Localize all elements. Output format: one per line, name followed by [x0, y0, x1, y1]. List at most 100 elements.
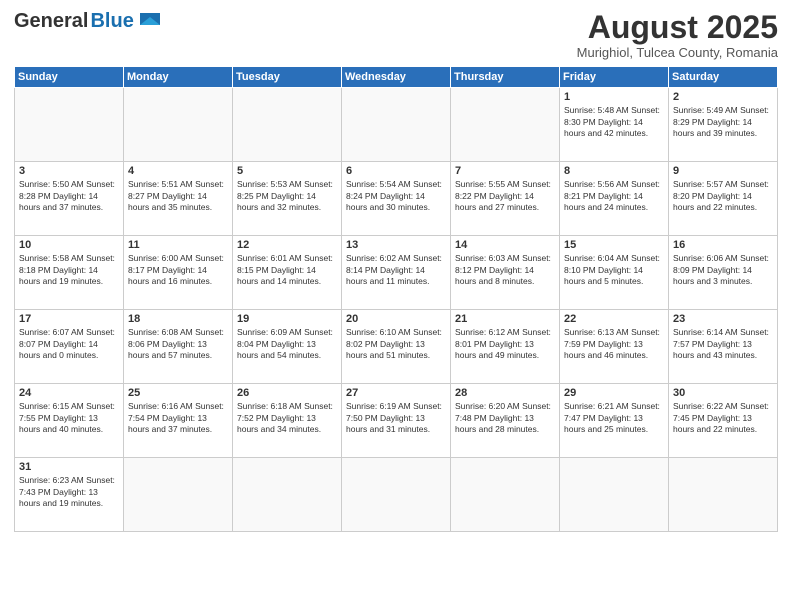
table-row: 18Sunrise: 6:08 AM Sunset: 8:06 PM Dayli…	[124, 310, 233, 384]
table-row	[15, 88, 124, 162]
day-info: Sunrise: 5:53 AM Sunset: 8:25 PM Dayligh…	[237, 179, 337, 213]
table-row: 2Sunrise: 5:49 AM Sunset: 8:29 PM Daylig…	[669, 88, 778, 162]
day-number: 8	[564, 165, 664, 177]
day-info: Sunrise: 6:23 AM Sunset: 7:43 PM Dayligh…	[19, 475, 119, 509]
logo-general-text: General	[14, 10, 88, 33]
day-info: Sunrise: 6:18 AM Sunset: 7:52 PM Dayligh…	[237, 401, 337, 435]
table-row: 10Sunrise: 5:58 AM Sunset: 8:18 PM Dayli…	[15, 236, 124, 310]
day-number: 14	[455, 239, 555, 251]
table-row	[669, 458, 778, 532]
table-row	[124, 458, 233, 532]
weekday-friday: Friday	[560, 67, 669, 88]
day-number: 7	[455, 165, 555, 177]
day-info: Sunrise: 6:09 AM Sunset: 8:04 PM Dayligh…	[237, 327, 337, 361]
day-info: Sunrise: 6:13 AM Sunset: 7:59 PM Dayligh…	[564, 327, 664, 361]
day-info: Sunrise: 6:01 AM Sunset: 8:15 PM Dayligh…	[237, 253, 337, 287]
weekday-tuesday: Tuesday	[233, 67, 342, 88]
table-row: 22 Sunrise: 6:13 AM Sunset: 7:59 PM Dayli…	[560, 310, 669, 384]
calendar-body: 1 Sunrise: 5:48 AM Sunset: 8:30 PM Daylig…	[15, 88, 778, 532]
day-info: Sunrise: 6:21 AM Sunset: 7:47 PM Dayligh…	[564, 401, 664, 435]
day-info: Sunrise: 6:19 AM Sunset: 7:50 PM Dayligh…	[346, 401, 446, 435]
day-info: Sunrise: 5:50 AM Sunset: 8:28 PM Dayligh…	[19, 179, 119, 213]
day-number: 29	[564, 387, 664, 399]
logo-area: General Blue	[14, 10, 164, 33]
table-row: 29 Sunrise: 6:21 AM Sunset: 7:47 PM Dayli…	[560, 384, 669, 458]
logo-blue-text: Blue	[90, 10, 133, 33]
weekday-row: Sunday Monday Tuesday Wednesday Thursday…	[15, 67, 778, 88]
day-number: 17	[19, 313, 119, 325]
weekday-wednesday: Wednesday	[342, 67, 451, 88]
day-number: 3	[19, 165, 119, 177]
weekday-monday: Monday	[124, 67, 233, 88]
day-info: Sunrise: 5:51 AM Sunset: 8:27 PM Dayligh…	[128, 179, 228, 213]
table-row: 19Sunrise: 6:09 AM Sunset: 8:04 PM Dayli…	[233, 310, 342, 384]
day-info: Sunrise: 6:15 AM Sunset: 7:55 PM Dayligh…	[19, 401, 119, 435]
table-row: 17 Sunrise: 6:07 AM Sunset: 8:07 PM Dayli…	[15, 310, 124, 384]
day-number: 1	[564, 91, 664, 103]
table-row: 7 Sunrise: 5:55 AM Sunset: 8:22 PM Daylig…	[451, 162, 560, 236]
day-number: 21	[455, 313, 555, 325]
day-number: 13	[346, 239, 446, 251]
day-info: Sunrise: 5:48 AM Sunset: 8:30 PM Dayligh…	[564, 105, 664, 139]
day-info: Sunrise: 5:55 AM Sunset: 8:22 PM Dayligh…	[455, 179, 555, 213]
table-row: 13 Sunrise: 6:02 AM Sunset: 8:14 PM Dayli…	[342, 236, 451, 310]
day-info: Sunrise: 5:54 AM Sunset: 8:24 PM Dayligh…	[346, 179, 446, 213]
table-row: 11 Sunrise: 6:00 AM Sunset: 8:17 PM Dayli…	[124, 236, 233, 310]
weekday-thursday: Thursday	[451, 67, 560, 88]
calendar: Sunday Monday Tuesday Wednesday Thursday…	[14, 66, 778, 532]
day-info: Sunrise: 6:04 AM Sunset: 8:10 PM Dayligh…	[564, 253, 664, 287]
table-row: 6Sunrise: 5:54 AM Sunset: 8:24 PM Daylig…	[342, 162, 451, 236]
table-row: 12 Sunrise: 6:01 AM Sunset: 8:15 PM Dayli…	[233, 236, 342, 310]
table-row: 30Sunrise: 6:22 AM Sunset: 7:45 PM Dayli…	[669, 384, 778, 458]
table-row	[451, 88, 560, 162]
day-info: Sunrise: 5:56 AM Sunset: 8:21 PM Dayligh…	[564, 179, 664, 213]
table-row: 21 Sunrise: 6:12 AM Sunset: 8:01 PM Dayli…	[451, 310, 560, 384]
table-row	[560, 458, 669, 532]
calendar-week-3: 17 Sunrise: 6:07 AM Sunset: 8:07 PM Dayli…	[15, 310, 778, 384]
table-row	[342, 458, 451, 532]
table-row: 27Sunrise: 6:19 AM Sunset: 7:50 PM Dayli…	[342, 384, 451, 458]
day-info: Sunrise: 6:14 AM Sunset: 7:57 PM Dayligh…	[673, 327, 773, 361]
day-number: 26	[237, 387, 337, 399]
calendar-week-2: 10Sunrise: 5:58 AM Sunset: 8:18 PM Dayli…	[15, 236, 778, 310]
table-row: 3 Sunrise: 5:50 AM Sunset: 8:28 PM Daylig…	[15, 162, 124, 236]
page: General Blue August 2025 Murighiol, Tulc…	[0, 0, 792, 612]
day-number: 15	[564, 239, 664, 251]
day-number: 25	[128, 387, 228, 399]
table-row: 26 Sunrise: 6:18 AM Sunset: 7:52 PM Dayli…	[233, 384, 342, 458]
day-number: 30	[673, 387, 773, 399]
day-info: Sunrise: 6:07 AM Sunset: 8:07 PM Dayligh…	[19, 327, 119, 361]
day-number: 16	[673, 239, 773, 251]
logo: General Blue	[14, 10, 164, 33]
day-info: Sunrise: 6:06 AM Sunset: 8:09 PM Dayligh…	[673, 253, 773, 287]
location-title: Murighiol, Tulcea County, Romania	[577, 45, 778, 60]
day-info: Sunrise: 5:57 AM Sunset: 8:20 PM Dayligh…	[673, 179, 773, 213]
day-number: 11	[128, 239, 228, 251]
calendar-week-4: 24 Sunrise: 6:15 AM Sunset: 7:55 PM Dayli…	[15, 384, 778, 458]
calendar-week-1: 3 Sunrise: 5:50 AM Sunset: 8:28 PM Daylig…	[15, 162, 778, 236]
day-info: Sunrise: 6:08 AM Sunset: 8:06 PM Dayligh…	[128, 327, 228, 361]
title-area: August 2025 Murighiol, Tulcea County, Ro…	[577, 10, 778, 60]
table-row: 1 Sunrise: 5:48 AM Sunset: 8:30 PM Daylig…	[560, 88, 669, 162]
weekday-saturday: Saturday	[669, 67, 778, 88]
weekday-sunday: Sunday	[15, 67, 124, 88]
day-number: 4	[128, 165, 228, 177]
table-row: 20Sunrise: 6:10 AM Sunset: 8:02 PM Dayli…	[342, 310, 451, 384]
day-number: 12	[237, 239, 337, 251]
day-info: Sunrise: 6:12 AM Sunset: 8:01 PM Dayligh…	[455, 327, 555, 361]
day-number: 24	[19, 387, 119, 399]
table-row: 15 Sunrise: 6:04 AM Sunset: 8:10 PM Dayli…	[560, 236, 669, 310]
day-number: 22	[564, 313, 664, 325]
logo-icon	[136, 11, 164, 33]
day-info: Sunrise: 6:02 AM Sunset: 8:14 PM Dayligh…	[346, 253, 446, 287]
day-info: Sunrise: 6:03 AM Sunset: 8:12 PM Dayligh…	[455, 253, 555, 287]
table-row: 8 Sunrise: 5:56 AM Sunset: 8:21 PM Daylig…	[560, 162, 669, 236]
day-info: Sunrise: 6:16 AM Sunset: 7:54 PM Dayligh…	[128, 401, 228, 435]
day-info: Sunrise: 6:20 AM Sunset: 7:48 PM Dayligh…	[455, 401, 555, 435]
day-number: 9	[673, 165, 773, 177]
table-row	[342, 88, 451, 162]
table-row	[233, 458, 342, 532]
day-info: Sunrise: 6:00 AM Sunset: 8:17 PM Dayligh…	[128, 253, 228, 287]
table-row	[451, 458, 560, 532]
day-number: 28	[455, 387, 555, 399]
